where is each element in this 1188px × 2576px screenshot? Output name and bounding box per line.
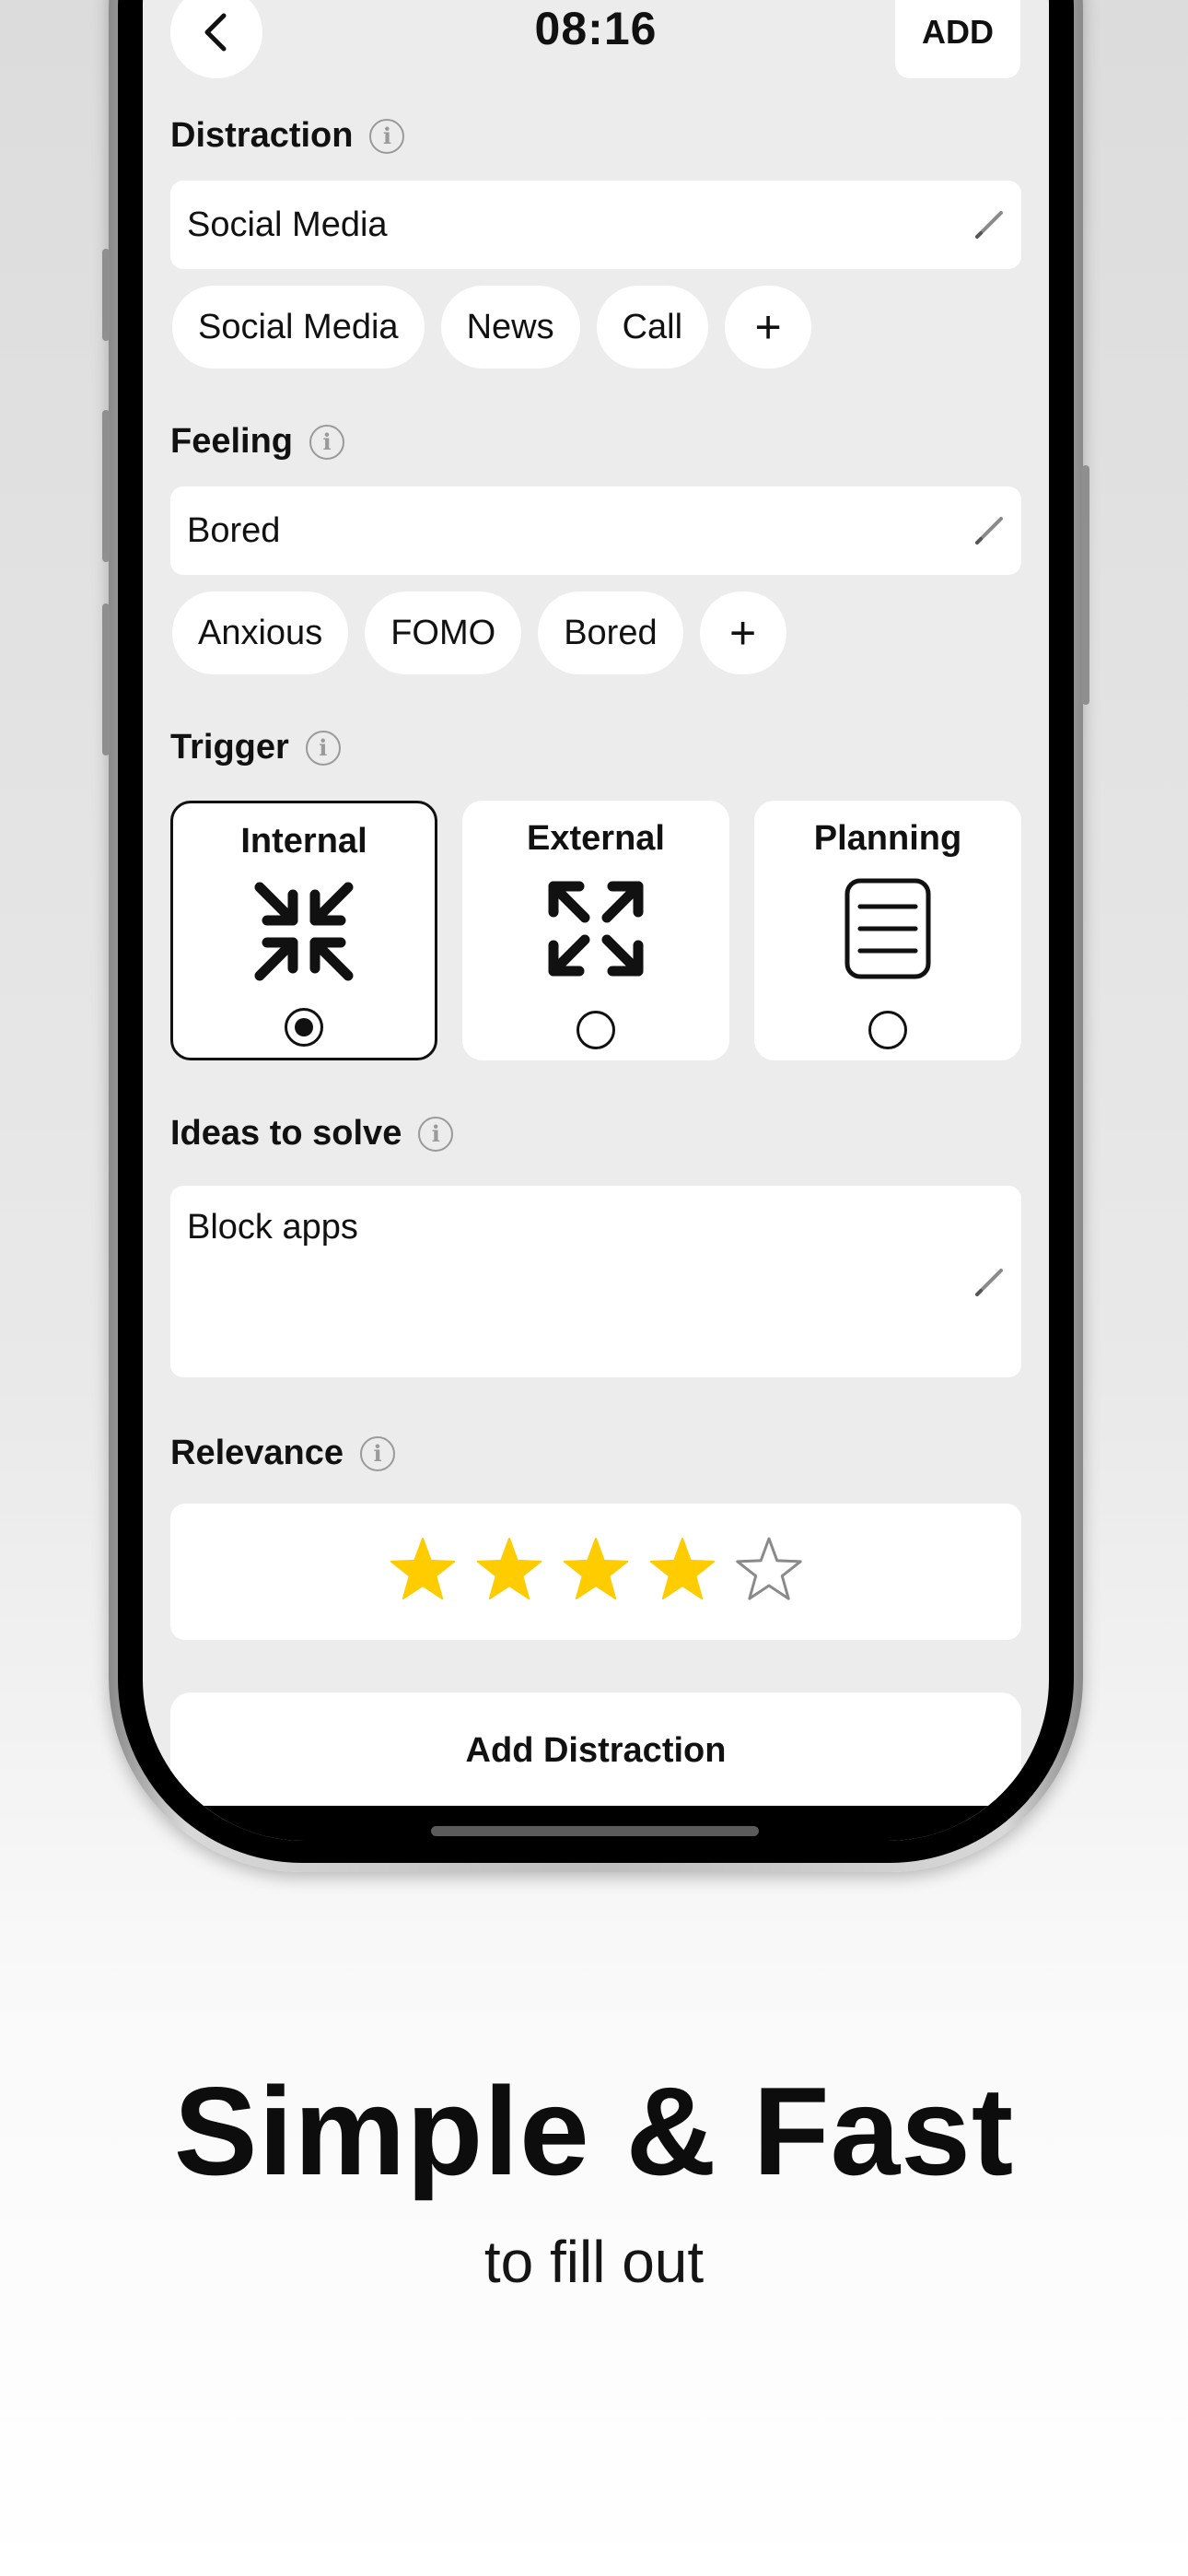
ideas-label: Ideas to solve (170, 1114, 402, 1153)
info-icon[interactable]: i (305, 730, 341, 766)
marketing-headline: Simple & Fast (173, 2061, 1015, 2201)
arrows-outward-icon (548, 881, 644, 977)
phone-volume-down-button (102, 603, 110, 755)
distraction-chips: Social Media News Call + (172, 286, 812, 369)
add-distraction-button[interactable]: Add Distraction (170, 1692, 1021, 1821)
add-feeling-chip-button[interactable]: + (699, 591, 786, 674)
add-distraction-label: Add Distraction (465, 1731, 727, 1770)
ideas-textarea[interactable]: Block apps (170, 1186, 1021, 1377)
star-filled-icon[interactable] (559, 1535, 633, 1609)
trigger-section-label: Trigger i (170, 728, 341, 767)
marketing-subline: to fill out (483, 2229, 705, 2295)
add-distraction-chip-button[interactable]: + (725, 286, 812, 369)
relevance-label: Relevance (170, 1434, 344, 1472)
distraction-label: Distraction (170, 116, 354, 155)
star-filled-icon[interactable] (646, 1535, 719, 1609)
distraction-section-label: Distraction i (170, 116, 405, 156)
trigger-label: Trigger (170, 728, 289, 767)
star-filled-icon[interactable] (472, 1535, 546, 1609)
feeling-label: Feeling (170, 422, 294, 461)
phone-power-button (1082, 465, 1089, 705)
home-indicator[interactable] (431, 1826, 759, 1836)
add-button[interactable]: ADD (895, 0, 1020, 78)
relevance-rating (170, 1504, 1021, 1640)
ideas-textarea-value: Block apps (187, 1208, 358, 1247)
phone-side-button (102, 249, 110, 341)
trigger-option-label: Internal (240, 822, 367, 861)
ideas-section-label: Ideas to solve i (170, 1114, 454, 1153)
trigger-option-label: External (527, 819, 665, 858)
trigger-option-label: Planning (813, 819, 962, 858)
info-icon[interactable]: i (418, 1116, 454, 1152)
feeling-field-value: Bored (187, 511, 281, 550)
distraction-field[interactable]: Social Media (170, 181, 1021, 269)
trigger-option-internal[interactable]: Internal (170, 801, 437, 1060)
list-document-icon (844, 878, 931, 979)
feeling-field[interactable]: Bored (170, 486, 1021, 575)
trigger-radio[interactable] (577, 1011, 615, 1049)
phone-volume-up-button (102, 410, 110, 562)
distraction-field-value: Social Media (187, 205, 388, 244)
info-icon[interactable]: i (309, 424, 345, 460)
chip-anxious[interactable]: Anxious (172, 591, 349, 674)
chip-bored[interactable]: Bored (538, 591, 683, 674)
chip-call[interactable]: Call (596, 286, 709, 369)
star-empty-icon[interactable] (732, 1535, 806, 1609)
trigger-radio[interactable] (868, 1011, 907, 1049)
trigger-option-planning[interactable]: Planning (754, 801, 1021, 1060)
star-filled-icon[interactable] (386, 1535, 460, 1609)
feeling-chips: Anxious FOMO Bored + (172, 591, 786, 674)
info-icon[interactable]: i (369, 118, 405, 154)
chip-fomo[interactable]: FOMO (365, 591, 522, 674)
app-screen: 08:16 ADD Distraction i Social Media Soc… (143, 0, 1049, 1841)
arrows-inward-icon (254, 882, 354, 981)
chip-news[interactable]: News (440, 286, 580, 369)
chip-social-media[interactable]: Social Media (172, 286, 425, 369)
trigger-option-external[interactable]: External (462, 801, 729, 1060)
pencil-icon (975, 517, 1003, 544)
pencil-icon (975, 1269, 1003, 1296)
trigger-radio-selected[interactable] (285, 1008, 323, 1047)
relevance-section-label: Relevance i (170, 1434, 396, 1473)
pencil-icon (975, 211, 1003, 239)
info-icon[interactable]: i (360, 1435, 396, 1471)
feeling-section-label: Feeling i (170, 422, 345, 462)
